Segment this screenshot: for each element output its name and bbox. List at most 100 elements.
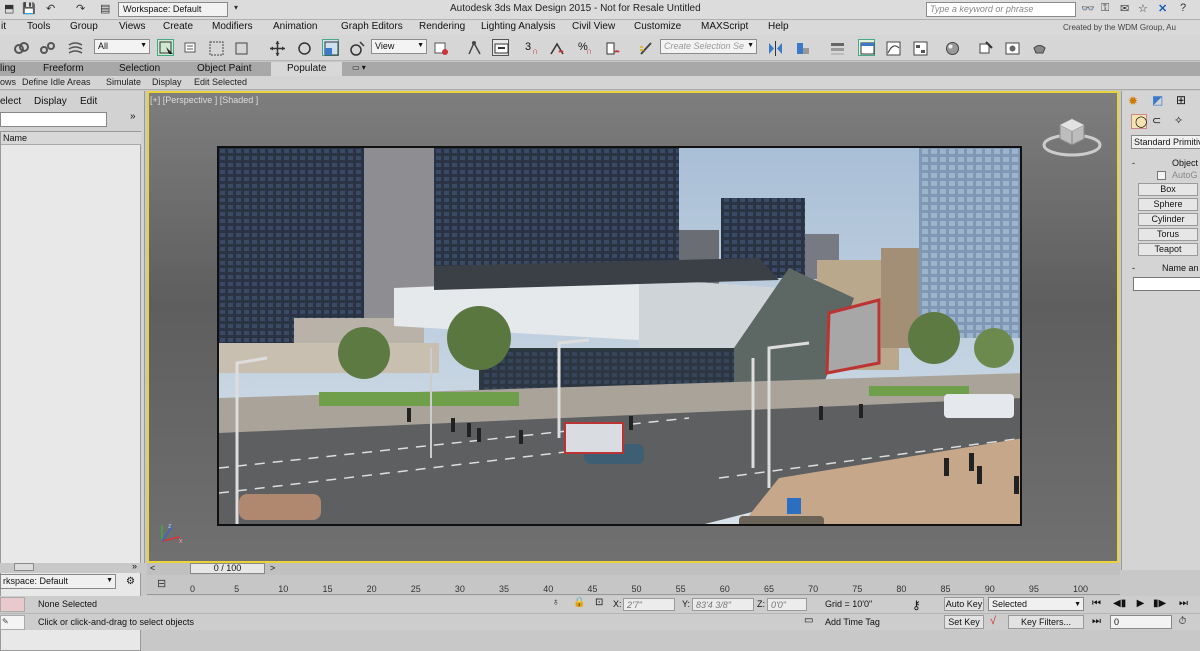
- tab-object-paint[interactable]: Object Paint: [197, 63, 251, 74]
- window-crossing-icon[interactable]: [232, 39, 249, 56]
- workspace-dropdown[interactable]: Workspace: Default: [118, 2, 228, 17]
- expand-icon[interactable]: »: [130, 111, 136, 122]
- modify-tab-icon[interactable]: ◩: [1152, 93, 1163, 107]
- edit-named-selection-icon[interactable]: [637, 39, 654, 56]
- auto-key-button[interactable]: Auto Key: [944, 597, 984, 611]
- binoculars-icon[interactable]: 👓: [1081, 2, 1095, 15]
- menu-group[interactable]: Group: [70, 21, 98, 32]
- mini-curve-editor-icon[interactable]: ⊟: [157, 577, 166, 590]
- current-frame-field[interactable]: 0: [1110, 615, 1172, 629]
- play-icon[interactable]: ▶: [1134, 597, 1147, 610]
- viewcube-icon[interactable]: [1042, 113, 1102, 158]
- layer-manager-icon[interactable]: [828, 39, 845, 56]
- define-idle-areas-button[interactable]: Define Idle Areas: [22, 77, 91, 87]
- scroll-right-icon[interactable]: >: [270, 563, 275, 573]
- geometry-icon[interactable]: ◯: [1131, 114, 1147, 129]
- scrollbar-thumb[interactable]: [14, 563, 34, 571]
- menu-civil-view[interactable]: Civil View: [572, 21, 615, 32]
- unlink-icon[interactable]: [38, 39, 55, 56]
- object-name-input[interactable]: [1133, 277, 1200, 291]
- simulate-button[interactable]: Simulate: [106, 77, 141, 87]
- scene-menu-select[interactable]: elect: [0, 96, 21, 107]
- material-editor-icon[interactable]: [943, 39, 960, 56]
- render-production-icon[interactable]: [1030, 39, 1047, 56]
- add-time-tag-button[interactable]: Add Time Tag: [825, 617, 880, 627]
- viewport-label[interactable]: [+] [Perspective ] [Shaded ]: [150, 95, 258, 105]
- menu-rendering[interactable]: Rendering: [419, 21, 465, 32]
- explorer-workspace-dropdown[interactable]: rkspace: Default ▼: [0, 574, 116, 589]
- workspace-menu-icon[interactable]: ▾: [234, 3, 238, 12]
- menu-modifiers[interactable]: Modifiers: [212, 21, 253, 32]
- scale-icon[interactable]: [322, 39, 339, 56]
- time-slider-track[interactable]: [147, 563, 1120, 575]
- rollout-toggle-icon[interactable]: -: [1132, 158, 1135, 168]
- create-tab-icon[interactable]: ✹: [1128, 94, 1138, 108]
- set-key-button[interactable]: Set Key: [944, 615, 984, 629]
- favorites-icon[interactable]: ☆: [1138, 2, 1148, 15]
- ribbon-options-icon[interactable]: ▭ ▾: [352, 63, 366, 72]
- key-filters-button[interactable]: Key Filters...: [1008, 615, 1084, 629]
- menu-lighting-analysis[interactable]: Lighting Analysis: [481, 21, 556, 32]
- cylinder-button[interactable]: Cylinder: [1138, 213, 1198, 226]
- add-time-tag-icon[interactable]: ▭: [804, 615, 813, 626]
- goto-end-icon[interactable]: ⏭: [1177, 597, 1190, 610]
- display-button[interactable]: Display: [152, 77, 182, 87]
- tab-modeling[interactable]: ling: [0, 63, 16, 74]
- angle-snap-icon[interactable]: [548, 39, 565, 56]
- reference-coordinate-dropdown[interactable]: View ▼: [371, 39, 427, 54]
- save-icon[interactable]: 💾: [22, 2, 36, 15]
- hierarchy-tab-icon[interactable]: ⊞: [1176, 93, 1186, 107]
- link-icon[interactable]: [12, 39, 29, 56]
- lights-icon[interactable]: ✧: [1174, 114, 1183, 127]
- scene-scrollbar[interactable]: »: [0, 561, 145, 573]
- menu-create[interactable]: Create: [163, 21, 193, 32]
- scroll-right-icon[interactable]: »: [132, 561, 137, 571]
- select-manipulate-icon[interactable]: [465, 39, 482, 56]
- maxscript-mini-field[interactable]: ✎: [0, 615, 25, 630]
- teapot-button[interactable]: Teapot: [1138, 243, 1198, 256]
- object-type-rollout-label[interactable]: Object: [1172, 158, 1198, 168]
- track-bar[interactable]: ⊟ 0 5 10 15 20 25 30 35 40 45 50 55 60 65 70 75 80 85 90 95…: [147, 575, 1120, 595]
- move-icon[interactable]: [268, 39, 285, 56]
- previous-frame-icon[interactable]: ◀▮: [1113, 597, 1126, 610]
- place-icon[interactable]: [348, 39, 365, 56]
- selection-filter-dropdown[interactable]: All ▼: [94, 39, 150, 54]
- exchange-icon[interactable]: ✕: [1158, 2, 1167, 15]
- redo-icon[interactable]: ↷: [76, 2, 85, 15]
- menu-views[interactable]: Views: [119, 21, 146, 32]
- mirror-icon[interactable]: [766, 39, 783, 56]
- rectangular-selection-icon[interactable]: [207, 39, 224, 56]
- name-color-rollout-label[interactable]: Name an: [1162, 263, 1199, 273]
- z-coordinate-field[interactable]: 0'0": [767, 598, 807, 611]
- explorer-settings-icon[interactable]: ⚙: [126, 576, 135, 587]
- key-mode-toggle-icon[interactable]: ⏭: [1090, 615, 1103, 628]
- subscription-icon[interactable]: ⚿: [1101, 2, 1109, 15]
- x-coordinate-field[interactable]: 2'7": [623, 598, 675, 611]
- align-icon[interactable]: [793, 39, 810, 56]
- scene-search-input[interactable]: [0, 112, 107, 127]
- named-selection-set-dropdown[interactable]: Create Selection Se ▼: [660, 39, 757, 54]
- time-slider[interactable]: 0 / 100: [190, 563, 265, 574]
- menu-animation[interactable]: Animation: [273, 21, 317, 32]
- open-icon[interactable]: ⬒: [4, 2, 14, 15]
- rendered-frame-window-icon[interactable]: [1003, 39, 1020, 56]
- tab-populate[interactable]: Populate: [271, 62, 343, 76]
- sphere-button[interactable]: Sphere: [1138, 198, 1198, 211]
- key-mode-icon[interactable]: ⚷: [912, 598, 921, 612]
- project-folder-icon[interactable]: ▤: [100, 2, 110, 15]
- pivot-center-icon[interactable]: [432, 39, 449, 56]
- help-search-input[interactable]: Type a keyword or phrase: [926, 2, 1076, 17]
- menu-customize[interactable]: Customize: [634, 21, 681, 32]
- scene-menu-display[interactable]: Display: [34, 96, 67, 107]
- tab-selection[interactable]: Selection: [119, 63, 160, 74]
- selection-lock-icon[interactable]: 🔒: [573, 597, 585, 608]
- menu-graph-editors[interactable]: Graph Editors: [341, 21, 403, 32]
- key-mode-dropdown[interactable]: Selected ▼: [988, 597, 1084, 611]
- goto-start-icon[interactable]: ⏮: [1090, 597, 1103, 610]
- bind-spacewarp-icon[interactable]: [66, 39, 83, 56]
- select-object-icon[interactable]: [157, 39, 174, 56]
- rollout-toggle-icon[interactable]: -: [1132, 263, 1135, 273]
- render-setup-icon[interactable]: [976, 39, 993, 56]
- torus-button[interactable]: Torus: [1138, 228, 1198, 241]
- toggle-ribbon-icon[interactable]: [858, 39, 875, 56]
